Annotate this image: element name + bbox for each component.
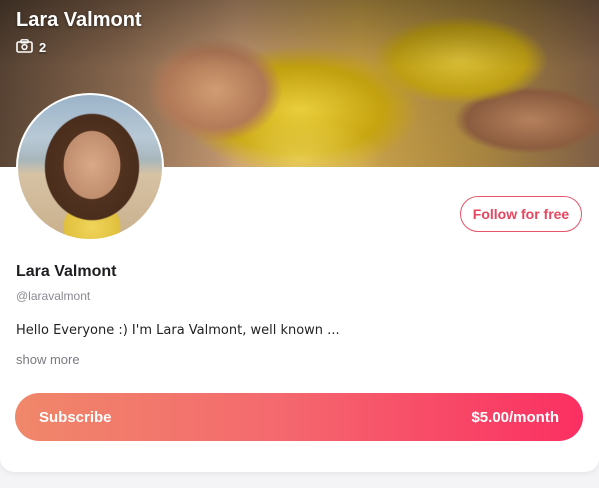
- subscribe-price: $5.00/month: [471, 408, 559, 426]
- profile-card: Lara Valmont 2 Follow for free Lara Valm…: [0, 0, 599, 472]
- subscribe-label: Subscribe: [39, 408, 112, 426]
- media-count-value: 2: [39, 40, 47, 55]
- avatar[interactable]: [16, 93, 164, 241]
- cover-title: Lara Valmont: [16, 9, 142, 31]
- profile-handle: @laravalmont: [16, 289, 91, 303]
- profile-bio: Hello Everyone :) I'm Lara Valmont, well…: [16, 323, 340, 338]
- subscribe-button[interactable]: Subscribe $5.00/month: [15, 393, 583, 441]
- follow-button[interactable]: Follow for free: [460, 196, 582, 232]
- show-more-link[interactable]: show more: [16, 352, 80, 367]
- media-count: 2: [16, 39, 46, 56]
- profile-name: Lara Valmont: [16, 263, 117, 280]
- camera-icon: [16, 39, 33, 56]
